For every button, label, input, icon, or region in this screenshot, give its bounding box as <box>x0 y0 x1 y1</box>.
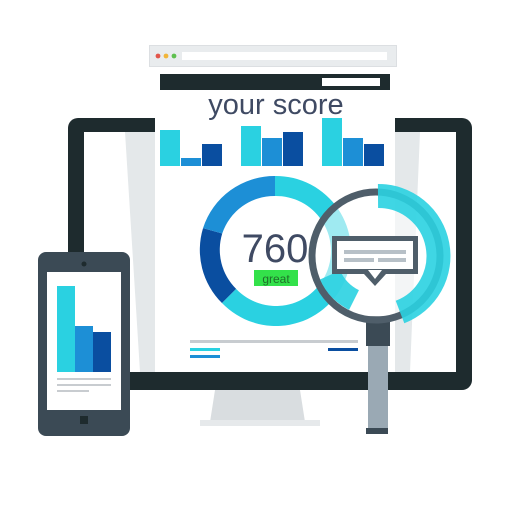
score-value: 760 <box>242 227 309 271</box>
score-illustration: your score 760 great <box>38 45 472 436</box>
smartphone-icon <box>38 252 130 436</box>
page-header-bar <box>160 74 390 90</box>
rating-label: great <box>262 272 290 286</box>
monitor-stand <box>200 390 320 426</box>
window-minimize-dot <box>163 53 169 59</box>
window-maximize-dot <box>171 53 177 59</box>
page-title: your score <box>208 89 343 121</box>
browser-window-icon <box>149 45 397 67</box>
window-close-dot <box>155 53 161 59</box>
